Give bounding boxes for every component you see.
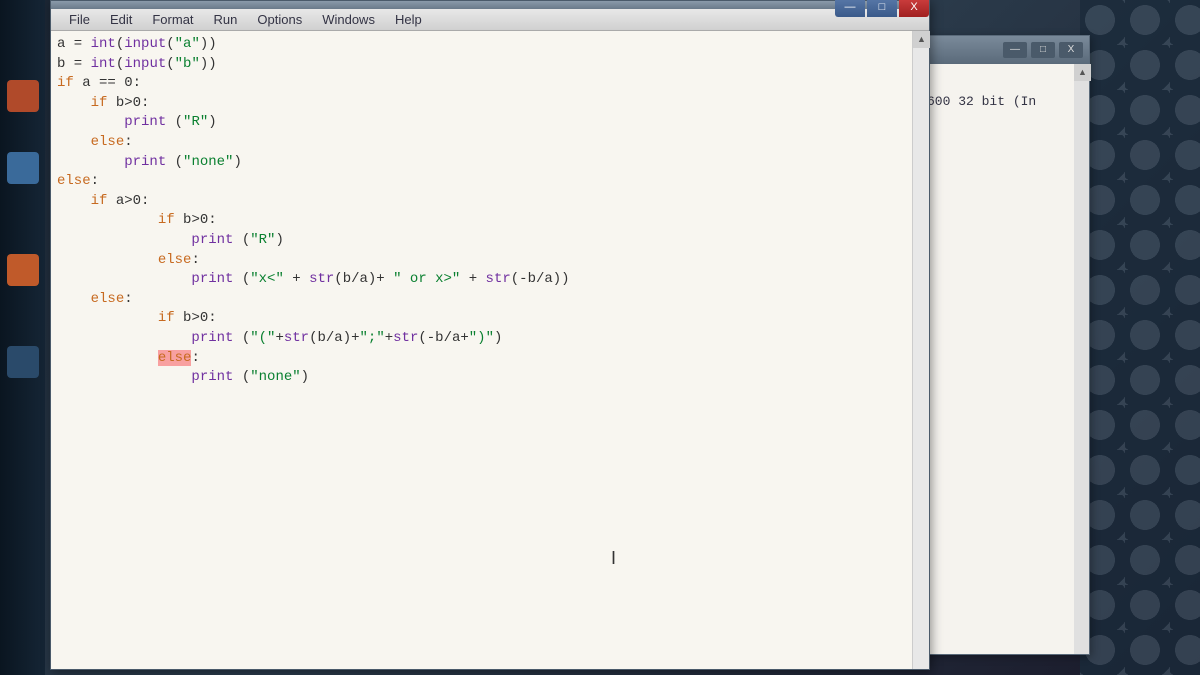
shell-content[interactable]: 600 32 bit (In (921, 64, 1089, 139)
scrollbar[interactable]: ▲ (912, 31, 929, 669)
code-line: else: (57, 133, 923, 153)
menu-help[interactable]: Help (385, 10, 432, 29)
code-line: if b>0: (57, 309, 923, 329)
code-line: print ("R") (57, 113, 923, 133)
code-line: print ("("+str(b/a)+";"+str(-b/a+")") (57, 329, 923, 349)
taskbar-icon[interactable] (7, 80, 39, 112)
menu-options[interactable]: Options (247, 10, 312, 29)
scrollbar[interactable]: ▲ (1074, 64, 1089, 654)
code-line: if b>0: (57, 211, 923, 231)
code-line: else: (57, 290, 923, 310)
titlebar[interactable] (51, 1, 929, 9)
minimize-button[interactable]: — (835, 0, 865, 17)
code-line: b = int(input("b")) (57, 55, 923, 75)
code-line: else: (57, 251, 923, 271)
scroll-up-icon[interactable]: ▲ (1074, 64, 1091, 81)
code-line: print ("R") (57, 231, 923, 251)
code-line: if a>0: (57, 192, 923, 212)
code-line: print ("x<" + str(b/a)+ " or x>" + str(-… (57, 270, 923, 290)
menu-format[interactable]: Format (142, 10, 203, 29)
menubar: File Edit Format Run Options Windows Hel… (51, 9, 929, 31)
taskbar (0, 0, 45, 675)
taskbar-icon[interactable] (7, 254, 39, 286)
scroll-up-icon[interactable]: ▲ (913, 31, 930, 48)
python-shell-window: — □ X 600 32 bit (In ▲ (920, 35, 1090, 655)
menu-file[interactable]: File (59, 10, 100, 29)
code-line: a = int(input("a")) (57, 35, 923, 55)
code-line: print ("none") (57, 368, 923, 388)
idle-editor-window: — □ X File Edit Format Run Options Windo… (50, 0, 930, 670)
text-cursor-icon: I (611, 548, 616, 569)
shell-titlebar: — □ X (921, 36, 1089, 64)
desktop-background (1080, 0, 1200, 675)
taskbar-icon[interactable] (7, 346, 39, 378)
shell-text: 600 32 bit (In (927, 94, 1036, 109)
window-controls: — □ X (835, 0, 929, 17)
menu-windows[interactable]: Windows (312, 10, 385, 29)
maximize-button[interactable]: □ (1031, 42, 1055, 58)
maximize-button[interactable]: □ (867, 0, 897, 17)
minimize-button[interactable]: — (1003, 42, 1027, 58)
menu-run[interactable]: Run (204, 10, 248, 29)
code-line: else: (57, 349, 923, 369)
code-line: else: (57, 172, 923, 192)
code-line: print ("none") (57, 153, 923, 173)
code-editor[interactable]: a = int(input("a"))b = int(input("b"))if… (51, 31, 929, 669)
code-line: if b>0: (57, 94, 923, 114)
menu-edit[interactable]: Edit (100, 10, 142, 29)
taskbar-icon[interactable] (7, 152, 39, 184)
close-button[interactable]: X (1059, 42, 1083, 58)
close-button[interactable]: X (899, 0, 929, 17)
code-line: if a == 0: (57, 74, 923, 94)
